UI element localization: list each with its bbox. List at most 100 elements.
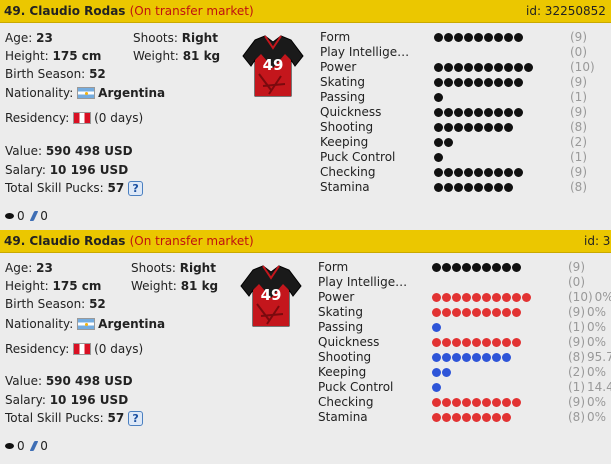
residency-value: (0 days) [94,342,144,356]
skill-dot-icon [434,93,443,102]
skill-dot-icon [454,63,463,72]
skill-row: Play Intellige… (0) [318,274,611,289]
skill-value: (1) [570,150,587,164]
skill-dot-icon [474,168,483,177]
skills-panel: Form(9)Play Intellige…(0)Power(10)0%Skat… [318,259,611,427]
skill-value-number: (0) [570,45,587,59]
skill-dot-icon [434,78,443,87]
skill-dot-icon [492,338,501,347]
skill-value: (2) [570,135,587,149]
skill-label: Checking [318,395,374,409]
skill-level-dots [434,135,454,147]
skill-dot-icon [472,338,481,347]
skill-dot-icon [434,33,443,42]
skill-dot-icon [474,78,483,87]
skill-label: Shooting [320,120,374,134]
skill-dot-icon [432,338,441,347]
skill-dot-icon [432,263,441,272]
skill-dot-icon [494,63,503,72]
skill-progress-percent: 0% [587,335,607,349]
peru-flag-icon [73,112,92,124]
skill-level-dots [432,380,442,392]
skill-value: (9) [570,105,587,119]
skill-row: Quickness (9) 0% [318,334,611,349]
skill-dot-icon [512,398,521,407]
skill-dot-icon [522,293,531,302]
skill-level-dots [432,320,442,332]
skill-label: Play Intellige… [318,275,408,289]
skill-dot-icon [514,33,523,42]
skill-level-dots [434,30,524,42]
help-button[interactable]: ? [128,411,144,426]
player-name[interactable]: 49. Claudio Rodas [4,234,125,248]
stick-icon [29,211,39,221]
skill-dot-icon [444,63,453,72]
skill-value-number: (9) [570,165,587,179]
skill-dot-icon [514,63,523,72]
skill-dot-icon [494,183,503,192]
skill-row: Stamina (8) [320,179,611,194]
skill-dot-icon [492,308,501,317]
skill-level-dots [432,335,522,347]
skill-dot-icon [492,413,501,422]
skill-row: Play Intellige… (0) [320,44,611,59]
skill-value-number: (0) [568,275,585,289]
skill-progress-percent: 14.4 [587,380,611,394]
height-value: 175 cm [52,279,102,293]
height-label: Height: [5,49,49,63]
skill-dot-icon [484,183,493,192]
skill-dot-icon [452,353,461,362]
skill-value-number: (9) [570,30,587,44]
skill-dot-icon [442,293,451,302]
skill-dot-icon [474,63,483,72]
skill-dot-icon [484,78,493,87]
age-label: Age: [5,31,33,45]
skill-pucks-value: 57 [107,411,125,425]
skill-label: Stamina [318,410,368,424]
skill-value-number: (8) [568,350,585,364]
skill-value: (0) [568,275,585,289]
skill-dot-icon [444,168,453,177]
skill-dot-icon [434,168,443,177]
skill-dot-icon [434,123,443,132]
skill-dot-icon [434,153,443,162]
birth-value: 52 [89,297,106,311]
skill-dot-icon [442,368,451,377]
skill-row: Puck Control (1) 14.4 [318,379,611,394]
skill-value: (2) 0% [568,365,606,379]
puck-icon [5,443,14,449]
skill-level-dots [434,180,514,192]
value-label: Value: [5,144,42,158]
skill-dot-icon [464,63,473,72]
skill-dot-icon [462,308,471,317]
help-button[interactable]: ? [128,181,144,196]
skill-dot-icon [434,108,443,117]
player-name[interactable]: 49. Claudio Rodas [4,4,125,18]
skill-row: Checking (9) 0% [318,394,611,409]
nationality-value[interactable]: Argentina [98,86,165,100]
skills-panel: Form (9) Play Intellige… (0) Power (10) Skatin… [320,29,611,197]
skill-dot-icon [514,78,523,87]
skill-level-dots [432,365,452,377]
skill-dot-icon [452,293,461,302]
puck-icon [5,213,14,219]
skill-value: (9) [570,75,587,89]
skill-dot-icon [514,108,523,117]
player-id: id: 32 [584,234,611,248]
nationality-value[interactable]: Argentina [98,317,165,331]
residency-label: Residency: [5,342,70,356]
skill-label: Passing [318,320,364,334]
skill-dot-icon [502,338,511,347]
skill-dot-icon [442,413,451,422]
shoots-value: Right [179,261,216,275]
skill-dot-icon [432,398,441,407]
skill-dot-icon [464,108,473,117]
skill-dot-icon [484,33,493,42]
weight-row: Weight: 81 kg [131,279,218,293]
skill-dot-icon [474,33,483,42]
player-title[interactable]: 49. Claudio Rodas (On transfer market) [4,4,254,18]
skill-value: (10)0% [568,290,611,304]
skill-value-number: (9) [568,395,585,409]
player-title[interactable]: 49. Claudio Rodas (On transfer market) [4,234,254,248]
skill-dot-icon [502,413,511,422]
